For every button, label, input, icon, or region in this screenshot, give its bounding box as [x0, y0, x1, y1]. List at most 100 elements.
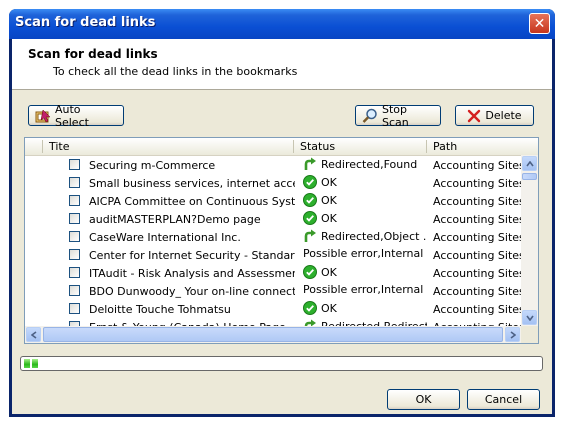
chevron-down-icon	[525, 315, 534, 321]
row-status: Redirected,Found	[303, 157, 427, 171]
stop-scan-label: Stop Scan	[382, 102, 409, 129]
cancel-button[interactable]: Cancel	[467, 389, 540, 410]
row-status-text: OK	[321, 211, 337, 225]
auto-select-icon	[35, 108, 51, 122]
scroll-right-button[interactable]	[505, 327, 520, 342]
vertical-scroll-thumb[interactable]	[522, 173, 537, 180]
row-title: ITAudit - Risk Analysis and Assessment	[89, 267, 295, 280]
row-status-text: Possible error,Internal ...	[303, 247, 427, 260]
ok-button[interactable]: OK	[387, 389, 460, 410]
stop-scan-button[interactable]: Stop Scan	[355, 102, 441, 129]
scroll-up-button[interactable]	[522, 156, 537, 171]
table-row[interactable]: Securing m-Commerce Redirected,Found Accou…	[25, 156, 523, 174]
ok-check-icon	[303, 175, 317, 189]
column-header-path[interactable]: Path	[433, 140, 457, 153]
vertical-scrollbar[interactable]	[521, 155, 538, 327]
column-separator[interactable]	[42, 140, 43, 153]
row-checkbox[interactable]	[69, 177, 80, 188]
cancel-label: Cancel	[484, 393, 523, 406]
progress-block	[24, 359, 30, 368]
row-path: Accounting Sites\F	[433, 285, 523, 298]
table-row[interactable]: CaseWare International Inc. Redirected,Ob…	[25, 228, 523, 246]
row-path: Accounting Sites\A	[433, 177, 523, 190]
row-status: Possible error,Internal ...	[303, 283, 427, 296]
row-status: OK	[303, 175, 427, 189]
row-status-text: OK	[321, 265, 337, 279]
row-path: Accounting Sites\A	[433, 231, 523, 244]
auto-select-button[interactable]: Auto Select	[28, 103, 124, 129]
scan-progress-bar	[20, 356, 543, 371]
row-path: Accounting Sites\A	[433, 249, 523, 262]
table-row[interactable]: AICPA Committee on Continuous Systrus OK A…	[25, 192, 523, 210]
links-list[interactable]: Tite Status Path Securing m-Commerce Redi…	[24, 137, 539, 344]
row-status-text: OK	[321, 175, 337, 189]
row-path: Accounting Sites\A	[433, 159, 523, 172]
row-checkbox[interactable]	[69, 195, 80, 206]
list-header: Tite Status Path	[25, 138, 538, 156]
ok-check-icon	[303, 265, 317, 279]
table-row[interactable]: BDO Dunwoody_ Your on-line connectio... P…	[25, 282, 523, 300]
title-bar[interactable]: Scan for dead links ✕	[9, 9, 555, 39]
column-header-title[interactable]: Tite	[49, 140, 70, 153]
table-row[interactable]: Center for Internet Security - Standards…	[25, 246, 523, 264]
chevron-left-icon	[30, 330, 36, 339]
chevron-right-icon	[510, 330, 516, 339]
horizontal-scroll-thumb[interactable]	[43, 327, 503, 342]
magnifier-icon	[362, 108, 377, 123]
row-status-text: Redirected,Found	[321, 157, 418, 171]
header-title: Scan for dead links	[28, 47, 158, 61]
scrollbar-corner	[521, 326, 538, 343]
header-panel: Scan for dead links To check all the dea…	[12, 39, 552, 90]
ok-check-icon	[303, 301, 317, 315]
row-status: OK	[303, 301, 427, 315]
row-checkbox[interactable]	[69, 285, 80, 296]
scroll-left-button[interactable]	[26, 327, 41, 342]
redirect-arrow-icon	[304, 157, 316, 170]
table-row[interactable]: ITAudit - Risk Analysis and Assessment OK…	[25, 264, 523, 282]
row-path: Accounting Sites\F	[433, 303, 523, 316]
row-status: Possible error,Internal ...	[303, 247, 427, 260]
row-path: Accounting Sites\A	[433, 267, 523, 280]
dialog-client: Scan for dead links To check all the dea…	[12, 39, 552, 414]
row-status: OK	[303, 193, 427, 207]
ok-check-icon	[303, 193, 317, 207]
table-row[interactable]: Deloitte Touche Tohmatsu OK Accounting Sit…	[25, 300, 523, 318]
row-checkbox[interactable]	[69, 231, 80, 242]
table-row[interactable]: auditMASTERPLAN?Demo page OK Accounting Si…	[25, 210, 523, 228]
row-status-text: OK	[321, 193, 337, 207]
row-checkbox[interactable]	[69, 159, 80, 170]
row-checkbox[interactable]	[69, 249, 80, 260]
row-status: OK	[303, 265, 427, 279]
row-title: Small business services, internet access…	[89, 177, 295, 190]
delete-button[interactable]: Delete	[455, 105, 534, 126]
column-separator[interactable]	[293, 140, 294, 153]
column-separator[interactable]	[426, 140, 427, 153]
row-checkbox[interactable]	[69, 213, 80, 224]
column-header-status[interactable]: Status	[300, 140, 335, 153]
redirect-arrow-icon	[304, 229, 316, 242]
row-status-text: Redirected,Object ...	[321, 229, 427, 243]
row-title: Securing m-Commerce	[89, 159, 216, 172]
row-title: CaseWare International Inc.	[89, 231, 241, 244]
ok-check-icon	[303, 211, 317, 225]
row-path: Accounting Sites\A	[433, 195, 523, 208]
dialog-window: Scan for dead links ✕ Scan for dead link…	[9, 9, 555, 417]
close-button[interactable]: ✕	[529, 13, 550, 34]
row-title: BDO Dunwoody_ Your on-line connectio...	[89, 285, 295, 298]
row-title: AICPA Committee on Continuous Systrus	[89, 195, 295, 208]
chevron-up-icon	[525, 160, 534, 166]
row-status: Redirected,Object ...	[303, 229, 427, 243]
row-checkbox[interactable]	[69, 267, 80, 278]
row-title: auditMASTERPLAN?Demo page	[89, 213, 261, 226]
horizontal-scrollbar[interactable]	[25, 326, 521, 343]
row-status-text: OK	[321, 301, 337, 315]
row-title: Center for Internet Security - Standards	[89, 249, 295, 262]
scroll-down-button[interactable]	[522, 310, 537, 325]
row-checkbox[interactable]	[69, 303, 80, 314]
ok-label: OK	[415, 393, 432, 406]
progress-block	[32, 359, 38, 368]
window-title: Scan for dead links	[15, 15, 156, 30]
row-status-text: Possible error,Internal ...	[303, 283, 427, 296]
table-row[interactable]: Small business services, internet access…	[25, 174, 523, 192]
delete-x-icon	[468, 109, 481, 122]
